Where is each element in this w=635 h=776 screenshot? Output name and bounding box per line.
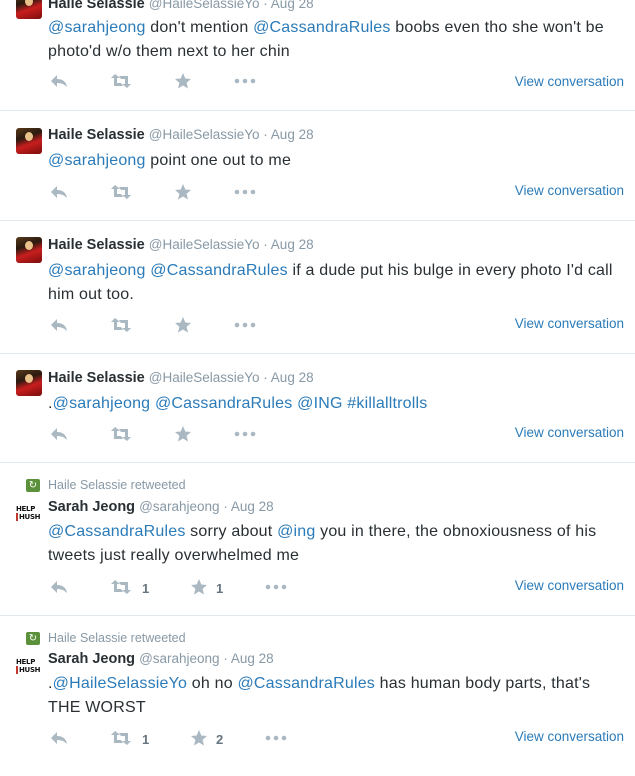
favorite-icon[interactable] — [174, 316, 192, 334]
favorite-icon[interactable] — [174, 183, 192, 201]
author-name[interactable]: Haile Selassie — [48, 127, 145, 143]
reply-icon[interactable] — [50, 425, 68, 443]
retweet-icon[interactable] — [110, 316, 132, 334]
author-meta: @sarahjeong · Aug 28 — [139, 651, 274, 666]
retweet-icon[interactable] — [110, 72, 132, 90]
retweet-icon[interactable] — [110, 729, 132, 747]
favorite-icon[interactable] — [174, 425, 192, 443]
tweet-header: Haile Selassie @HaileSelassieYo · Aug 28 — [48, 0, 314, 12]
retweet-count: 1 — [142, 732, 150, 747]
author-name[interactable]: Sarah Jeong — [48, 499, 135, 515]
tweet-header: Haile Selassie @HaileSelassieYo · Aug 28 — [48, 127, 314, 143]
avatar[interactable] — [16, 237, 42, 263]
author-name[interactable]: Haile Selassie — [48, 237, 145, 253]
mention-link[interactable]: @sarahjeong — [48, 152, 146, 169]
tweet-text-segment: sorry about — [185, 523, 278, 540]
mention-link[interactable]: #killalltrolls — [347, 395, 427, 412]
retweet-context: ↻ Haile Selassie retweeted — [26, 478, 186, 493]
reply-icon[interactable] — [50, 183, 68, 201]
tweet-text-segment: don't mention — [145, 19, 254, 36]
retweet-context: ↻ Haile Selassie retweeted — [26, 631, 186, 646]
mention-link[interactable]: @CassandraRules — [150, 262, 288, 279]
tweet[interactable]: Haile Selassie @HaileSelassieYo · Aug 28… — [0, 221, 635, 354]
avatar-text-line: HELP — [16, 505, 36, 513]
mention-link[interactable]: @HaileSelassieYo — [53, 675, 187, 692]
retweet-icon[interactable] — [110, 425, 132, 443]
tweet-text-segment: point one out to me — [145, 152, 292, 169]
avatar-text-line: HUSH — [16, 666, 40, 674]
reply-icon[interactable] — [50, 316, 68, 334]
tweet-text: .@sarahjeong @CassandraRules @ING #killa… — [48, 392, 618, 416]
retweeted-by-text[interactable]: Haile Selassie retweeted — [48, 478, 186, 492]
avatar-text-line: HELP — [16, 658, 36, 666]
retweet-icon[interactable] — [110, 183, 132, 201]
mention-link[interactable]: @ing — [277, 523, 315, 540]
avatar[interactable] — [16, 128, 42, 154]
author-name[interactable]: Haile Selassie — [48, 370, 145, 386]
author-meta: @HaileSelassieYo · Aug 28 — [148, 370, 314, 385]
view-conversation-link[interactable]: View conversation — [515, 729, 624, 744]
more-icon[interactable] — [234, 183, 256, 201]
avatar[interactable] — [16, 0, 42, 19]
mention-link[interactable]: @sarahjeong — [48, 262, 146, 279]
author-meta: @HaileSelassieYo · Aug 28 — [148, 237, 314, 252]
tweet-header: Sarah Jeong @sarahjeong · Aug 28 — [48, 499, 274, 515]
mention-link[interactable]: @ING — [297, 395, 343, 412]
mention-link[interactable]: @CassandraRules — [155, 395, 293, 412]
more-icon[interactable] — [234, 425, 256, 443]
tweet-text: @CassandraRules sorry about @ing you in … — [48, 520, 618, 568]
tweet[interactable]: ↻ Haile Selassie retweeted HELP HUSH Sara… — [0, 616, 635, 776]
author-meta: @HaileSelassieYo · Aug 28 — [148, 0, 314, 11]
tweet[interactable]: Haile Selassie @HaileSelassieYo · Aug 28… — [0, 0, 635, 111]
tweet[interactable]: ↻ Haile Selassie retweeted HELP HUSH Sara… — [0, 463, 635, 616]
author-meta: @sarahjeong · Aug 28 — [139, 499, 274, 514]
more-icon[interactable] — [234, 72, 256, 90]
more-icon[interactable] — [234, 316, 256, 334]
tweet-text: @sarahjeong point one out to me — [48, 149, 618, 173]
view-conversation-link[interactable]: View conversation — [515, 183, 624, 198]
mention-link[interactable]: @sarahjeong — [48, 19, 146, 36]
retweeted-by-text[interactable]: Haile Selassie retweeted — [48, 631, 186, 645]
tweet-text-segment: oh no — [187, 675, 238, 692]
tweet[interactable]: Haile Selassie @HaileSelassieYo · Aug 28… — [0, 354, 635, 463]
view-conversation-link[interactable]: View conversation — [515, 578, 624, 593]
favorite-count: 2 — [216, 732, 224, 747]
favorite-icon[interactable] — [190, 578, 208, 596]
tweet[interactable]: Haile Selassie @HaileSelassieYo · Aug 28… — [0, 111, 635, 221]
tweet-header: Sarah Jeong @sarahjeong · Aug 28 — [48, 651, 274, 667]
reply-icon[interactable] — [50, 578, 68, 596]
tweet-text: @sarahjeong don't mention @CassandraRule… — [48, 16, 618, 64]
avatar[interactable]: HELP HUSH — [16, 658, 40, 676]
view-conversation-link[interactable]: View conversation — [515, 74, 624, 89]
author-meta: @HaileSelassieYo · Aug 28 — [148, 127, 314, 142]
view-conversation-link[interactable]: View conversation — [515, 425, 624, 440]
author-name[interactable]: Sarah Jeong — [48, 651, 135, 667]
avatar[interactable]: HELP HUSH — [16, 505, 40, 523]
reply-icon[interactable] — [50, 72, 68, 90]
retweet-count: 1 — [142, 581, 150, 596]
author-name[interactable]: Haile Selassie — [48, 0, 145, 12]
reply-icon[interactable] — [50, 729, 68, 747]
tweet-header: Haile Selassie @HaileSelassieYo · Aug 28 — [48, 237, 314, 253]
favorite-icon[interactable] — [174, 72, 192, 90]
retweet-context-icon: ↻ — [26, 479, 40, 493]
more-icon[interactable] — [265, 729, 287, 747]
mention-link[interactable]: @sarahjeong — [53, 395, 151, 412]
tweet-text: .@HaileSelassieYo oh no @CassandraRules … — [48, 672, 618, 720]
favorite-icon[interactable] — [190, 729, 208, 747]
view-conversation-link[interactable]: View conversation — [515, 316, 624, 331]
mention-link[interactable]: @CassandraRules — [237, 675, 375, 692]
tweet-text: @sarahjeong @CassandraRules if a dude pu… — [48, 259, 618, 307]
tweet-header: Haile Selassie @HaileSelassieYo · Aug 28 — [48, 370, 314, 386]
favorite-count: 1 — [216, 581, 224, 596]
retweet-context-icon: ↻ — [26, 632, 40, 646]
more-icon[interactable] — [265, 578, 287, 596]
avatar[interactable] — [16, 370, 42, 396]
avatar-text-line: HUSH — [16, 513, 40, 521]
retweet-icon[interactable] — [110, 578, 132, 596]
mention-link[interactable]: @CassandraRules — [48, 523, 186, 540]
mention-link[interactable]: @CassandraRules — [253, 19, 391, 36]
